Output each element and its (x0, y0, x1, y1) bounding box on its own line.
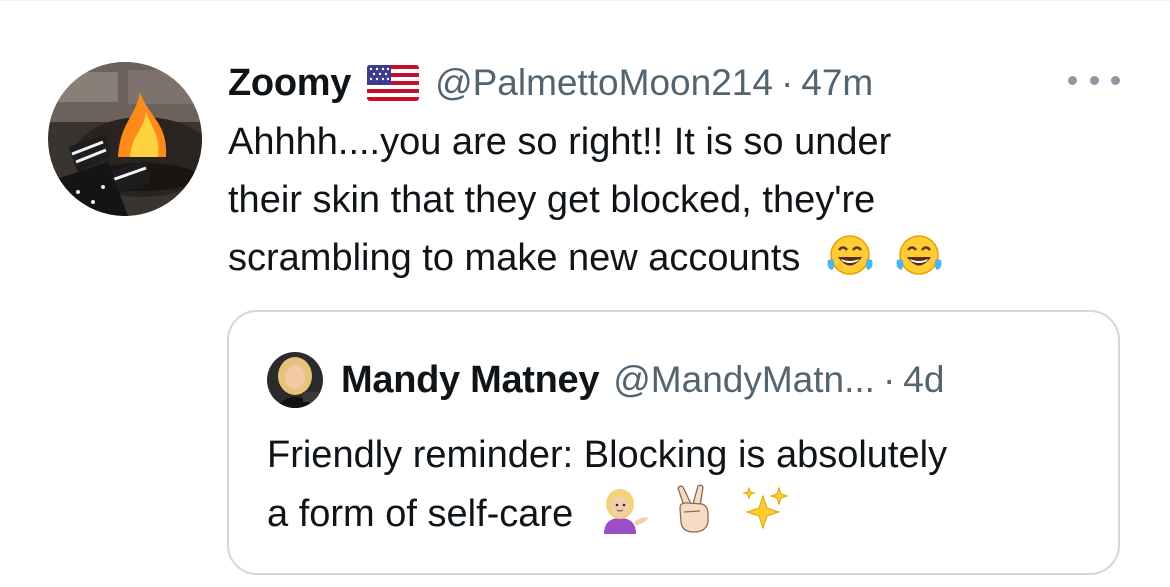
quoted-text-line: a form of self-care (267, 493, 574, 535)
quoted-display-name[interactable]: Mandy Matney (341, 359, 600, 402)
separator-dot: · (780, 62, 794, 103)
face-with-tears-of-joy-icon (894, 232, 944, 278)
display-name[interactable]: Zoomy (228, 62, 351, 105)
tweet-text-line: Ahhhh....you are so right!! It is so und… (228, 121, 892, 163)
avatar[interactable] (48, 62, 202, 216)
tweet-header: Zoomy @PalmettoMoon214 · 47m (228, 56, 873, 110)
tweet-text-line: their skin that they get blocked, they'r… (228, 179, 876, 221)
separator-dot: · (882, 359, 896, 400)
quoted-timestamp[interactable]: 4d (903, 359, 944, 401)
face-with-tears-of-joy-icon (825, 232, 875, 278)
quoted-tweet-text: Friendly reminder: Blocking is absolutel… (267, 426, 1107, 543)
us-flag-icon (367, 65, 420, 101)
quoted-tweet[interactable]: Mandy Matney @MandyMatn... · 4d Friendly… (227, 310, 1120, 575)
quoted-text-line: Friendly reminder: Blocking is absolutel… (267, 434, 948, 476)
quoted-handle[interactable]: @MandyMatn... (613, 359, 875, 401)
quoted-avatar[interactable] (267, 352, 323, 408)
victory-hand-icon (672, 484, 716, 534)
quoted-tweet-header: Mandy Matney @MandyMatn... · 4d (267, 352, 944, 408)
tweet-text-line: scrambling to make new accounts (228, 237, 801, 279)
tweet-text-line-last: scrambling to make new accounts (228, 229, 1108, 287)
more-options-icon[interactable] (1068, 66, 1120, 94)
timestamp[interactable]: 47m (801, 62, 873, 104)
person-tipping-hand-icon (596, 486, 650, 534)
handle[interactable]: @PalmettoMoon214 (435, 62, 773, 104)
quoted-text-line-last: a form of self-care (267, 484, 1107, 543)
tweet-text: Ahhhh....you are so right!! It is so und… (228, 113, 1108, 287)
sparkles-icon (741, 486, 789, 534)
tweet[interactable]: Zoomy @PalmettoMoon214 · 47m Ahhhh....yo… (0, 0, 1170, 587)
